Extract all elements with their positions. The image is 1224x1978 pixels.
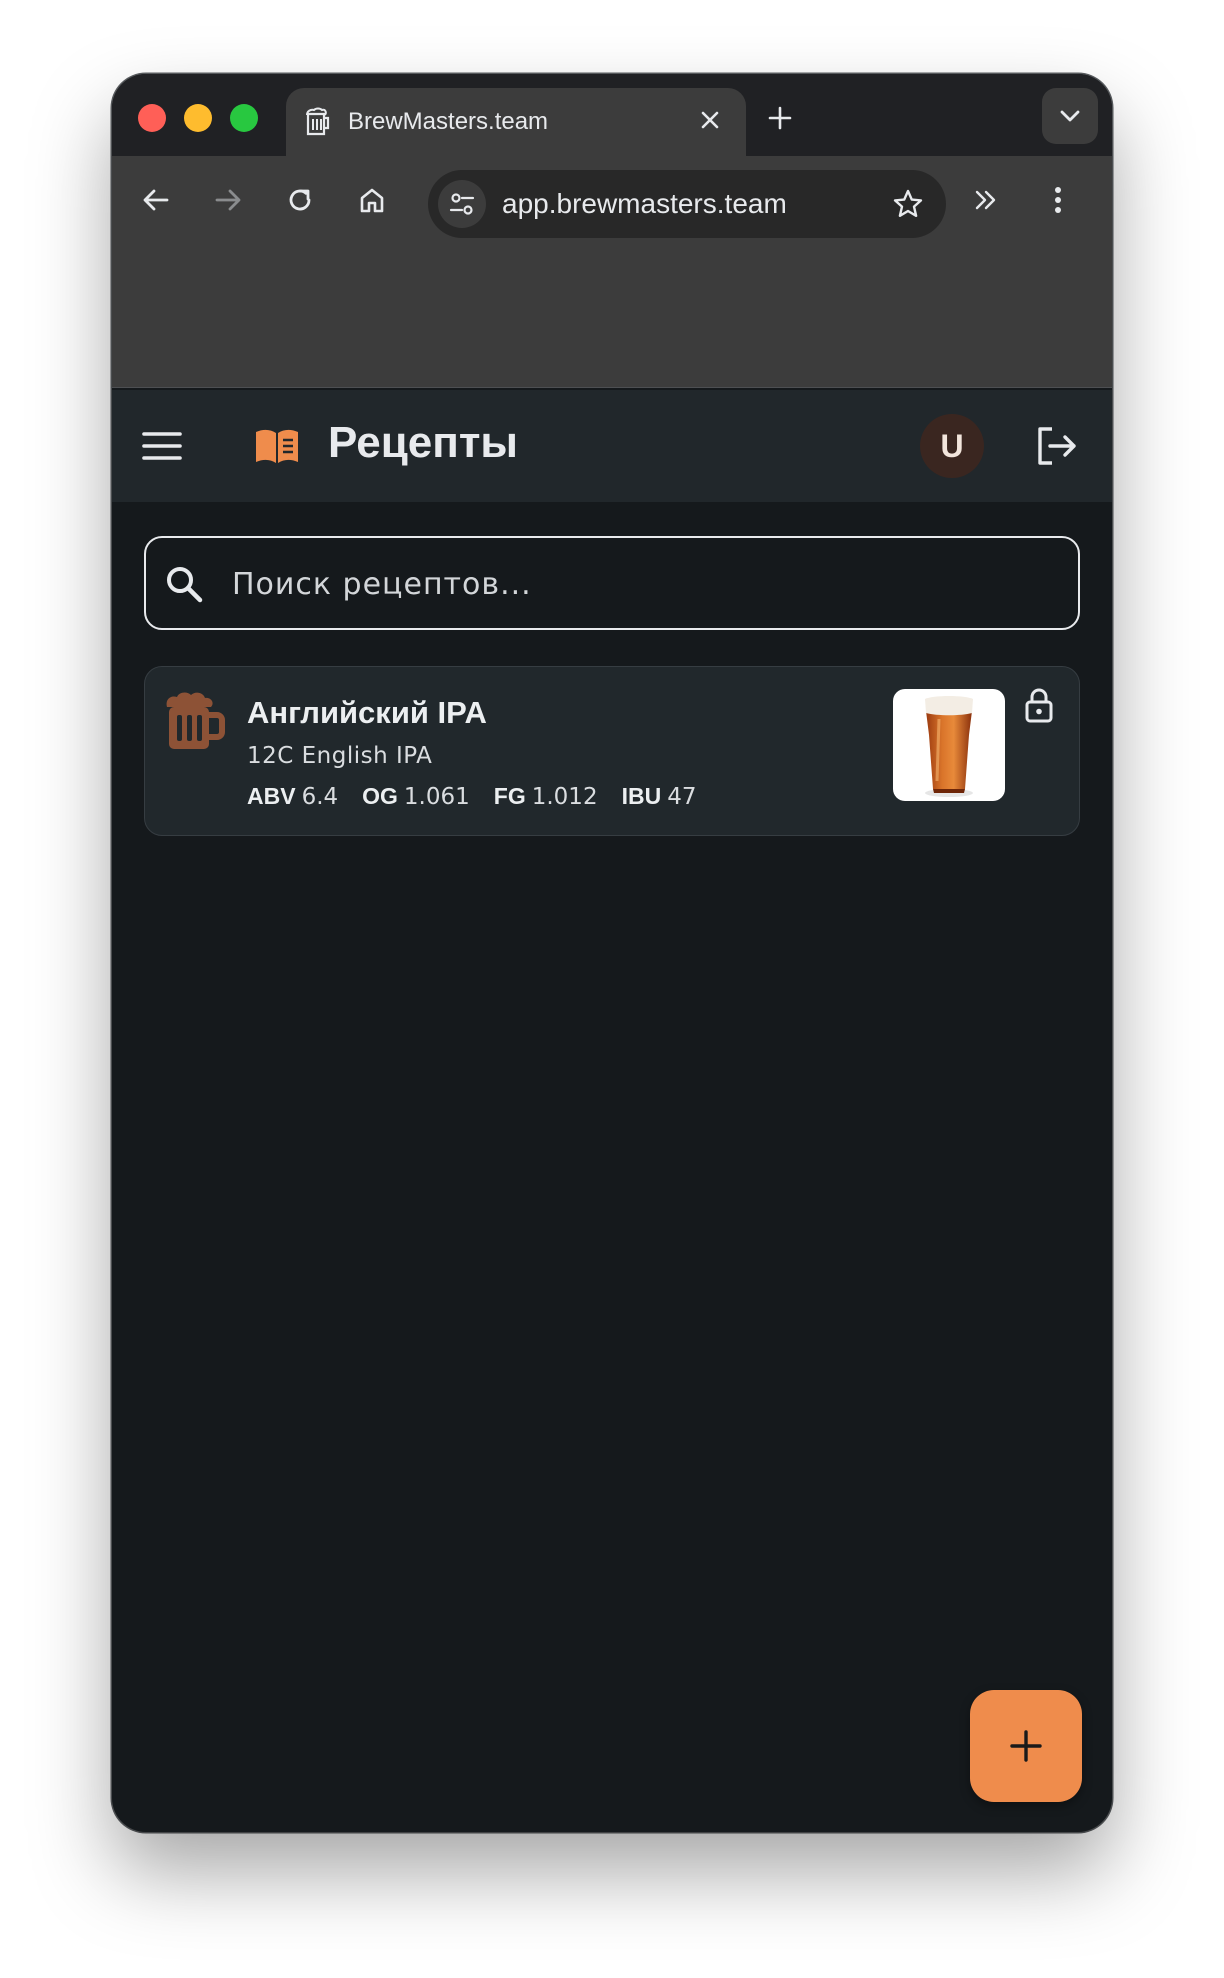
hamburger-icon[interactable] [142,428,182,464]
bookmark-button[interactable] [888,184,928,224]
home-icon [360,188,384,213]
recipe-style: 12C English IPA [247,743,433,769]
close-window-button[interactable] [138,104,166,132]
browser-window: BrewMasters.team app.brewmasters.team Ре… [112,74,1112,1832]
stat-value: 1.061 [403,784,470,810]
stat-fg: FG 1.012 [494,783,598,810]
site-info-button[interactable] [438,180,486,228]
home-button[interactable] [348,176,396,224]
avatar[interactable]: U [920,414,984,478]
search-icon [167,567,203,603]
stat-label: ABV [247,783,296,809]
tab-close-button[interactable] [694,104,726,136]
add-recipe-button[interactable] [970,1690,1082,1802]
browser-menu-button[interactable] [1034,176,1082,224]
double-chevron-right-icon [975,190,996,210]
beer-glass-image [925,696,973,797]
maximize-window-button[interactable] [230,104,258,132]
logout-icon[interactable] [1034,424,1078,468]
arrow-right-icon [215,189,241,211]
stat-abv: ABV 6.4 [247,783,338,810]
stat-label: IBU [621,783,662,809]
arrow-left-icon [143,189,169,211]
close-icon [701,111,719,129]
recipe-card[interactable]: Английский IPA 12C English IPA ABV 6.4 OG… [144,666,1080,836]
search-input[interactable] [232,560,1052,608]
browser-toolbar: app.brewmasters.team [112,156,1112,388]
reload-button[interactable] [276,176,324,224]
plus-icon [1010,1730,1042,1762]
stat-og: OG 1.061 [362,783,470,810]
beer-mug-icon [166,692,225,749]
lock-icon [1025,688,1053,723]
tab-search-button[interactable] [1042,88,1098,144]
plus-icon [768,106,792,130]
more-vertical-icon [1055,187,1061,213]
forward-button[interactable] [204,176,252,224]
new-tab-button[interactable] [762,100,798,136]
address-bar[interactable]: app.brewmasters.team [428,170,946,238]
stat-label: FG [493,783,526,809]
stat-value: 1.012 [531,784,598,810]
tab-strip: BrewMasters.team [112,74,1112,156]
minimize-window-button[interactable] [184,104,212,132]
tune-icon [449,193,475,215]
recipe-name: Английский IPA [247,695,487,730]
recipe-stats: ABV 6.4 OG 1.061 FG 1.012 IBU 47 [247,783,721,810]
page-title: Рецепты [328,418,518,467]
book-icon [256,429,298,463]
stat-label: OG [362,783,398,809]
search-field[interactable] [144,536,1080,630]
tab-title: BrewMasters.team [348,108,549,135]
browser-tab[interactable]: BrewMasters.team [286,88,746,156]
recipe-image [893,689,1005,801]
stat-value: 47 [667,784,697,810]
reload-icon [289,189,311,211]
chevron-down-icon [1060,110,1080,122]
back-button[interactable] [132,176,180,224]
app-header: Рецепты U [112,390,1112,502]
stat-ibu: IBU 47 [622,783,697,810]
beer-mug-icon [306,107,330,136]
url-text: app.brewmasters.team [502,188,787,219]
stat-value: 6.4 [301,784,339,810]
extensions-overflow-button[interactable] [962,176,1010,224]
star-icon [893,189,923,217]
